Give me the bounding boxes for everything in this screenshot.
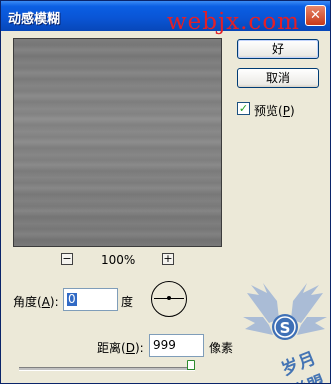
cancel-button[interactable]: 取消 [237,68,319,88]
angle-unit: 度 [121,295,134,309]
preview-area[interactable] [13,38,222,247]
logo-letter: S [280,319,291,337]
distance-input[interactable]: 999 [149,334,204,357]
angle-value: 0 [67,292,77,306]
angle-dial[interactable] [151,281,187,317]
dialog-title: 动感模糊 [8,12,61,27]
motion-blur-dialog: 动感模糊 webjx.com ✕ − 100% + 好 取消 ✓ 预览(P) 角… [0,0,331,384]
distance-unit: 像素 [209,341,234,355]
ok-button[interactable]: 好 [237,39,319,59]
zoom-in-button[interactable]: + [162,253,174,265]
angle-input[interactable]: 0 [63,288,118,311]
distance-value: 999 [153,338,176,352]
site-watermark: webjx.com [167,9,300,35]
angle-dial-center [167,296,171,300]
distance-slider-track[interactable] [19,367,195,371]
distance-label: 距离(D): [97,341,144,355]
close-button[interactable]: ✕ [305,5,326,26]
preview-checkbox[interactable]: ✓ [237,102,250,115]
angle-label: 角度(A): [13,295,59,309]
zoom-out-button[interactable]: − [61,253,73,265]
title-bar[interactable]: 动感模糊 webjx.com ✕ [1,1,330,35]
distance-slider-thumb[interactable] [187,360,195,370]
preview-checkbox-label[interactable]: 预览(P) [254,102,295,119]
preview-image [14,39,221,246]
zoom-level: 100% [101,253,136,267]
